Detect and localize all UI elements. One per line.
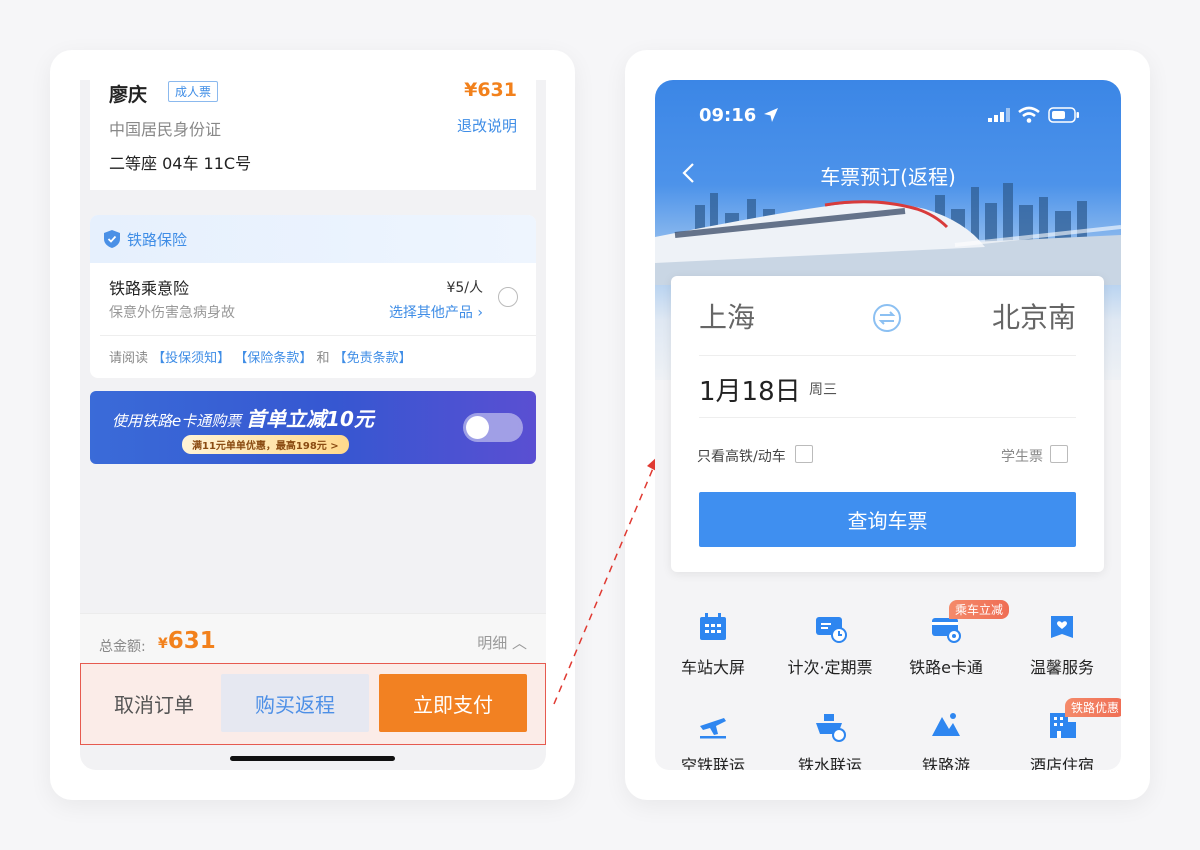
student-ticket-label: 学生票 — [1001, 449, 1043, 465]
terms-and: 和 — [316, 351, 330, 366]
insurance-terms: 请阅读 【投保须知】 【保险条款】 和 【免责条款】 — [109, 347, 412, 366]
weekday: 周三 — [809, 382, 837, 398]
ticket-price: ¥631 — [464, 80, 517, 101]
service-period-ticket[interactable]: 计次·定期票 — [775, 610, 885, 678]
term-notice-link[interactable]: 【投保须知】 — [152, 351, 230, 366]
service-label: 铁路游 — [921, 756, 970, 770]
service-rail-water[interactable]: 铁水联运 — [775, 708, 885, 770]
student-ticket-checkbox[interactable] — [1050, 445, 1068, 463]
refund-policy-link[interactable]: 退改说明 — [457, 115, 517, 136]
promo-badge: 铁路优惠 — [1065, 698, 1121, 717]
action-bar-highlight: 取消订单 购买返程 立即支付 — [80, 663, 546, 745]
terms-prefix: 请阅读 — [109, 351, 149, 366]
insurance-radio[interactable] — [498, 287, 518, 307]
search-tickets-button[interactable]: 查询车票 — [699, 492, 1076, 547]
service-hotel[interactable]: 铁路优惠 酒店住宿 — [1007, 698, 1121, 770]
return-ticket-booking-screen: 09:16 车票预订(返程) 上海 北京南 1月18日 周三 只看高铁/动车 学… — [655, 80, 1121, 770]
service-label: 空铁联运 — [680, 756, 745, 770]
insurance-product-name: 铁路乘意险 — [109, 279, 190, 298]
service-ecard[interactable]: 乘车立减 铁路e卡通 — [891, 600, 1010, 678]
divider — [699, 355, 1076, 356]
service-rail-travel[interactable]: 铁路游 — [891, 708, 1001, 770]
total-bar: 总金额: ¥631 明细 ︿ — [80, 613, 546, 663]
banner-text: 使用铁路e卡通购票 首单立减10元 — [112, 403, 374, 432]
high-speed-only-label: 只看高铁/动车 — [697, 449, 786, 465]
heart-bag-icon — [1051, 616, 1073, 638]
cancel-order-button[interactable]: 取消订单 — [95, 674, 213, 732]
ticket-card-icon — [816, 617, 847, 643]
insurance-price: ¥5/人 — [446, 280, 483, 296]
home-indicator — [230, 756, 395, 761]
total-label: 总金额: — [99, 639, 146, 655]
pay-now-button[interactable]: 立即支付 — [379, 674, 527, 732]
passenger-name: 廖庆 — [109, 84, 148, 106]
service-label: 温馨服务 — [1029, 658, 1094, 677]
seat-info: 二等座 04车 11C号 — [109, 154, 252, 173]
service-label: 酒店住宿 — [1029, 756, 1094, 770]
divider — [100, 335, 536, 336]
divider — [699, 417, 1076, 418]
service-label: 铁水联运 — [797, 756, 862, 770]
banner-prefix: 使用铁路 — [112, 412, 173, 430]
signal-icon — [988, 108, 1010, 122]
travel-date[interactable]: 1月18日 — [699, 371, 801, 408]
other-products-link[interactable]: 选择其他产品 › — [389, 302, 483, 322]
currency-symbol: ¥ — [158, 636, 168, 652]
total-amount: ¥631 — [158, 628, 216, 654]
passenger-card: 廖庆 成人票 ¥631 中国居民身份证 退改说明 二等座 04车 11C号 — [90, 80, 536, 190]
insurance-header: 铁路保险 — [90, 215, 536, 263]
calendar-icon — [700, 613, 726, 640]
swap-stations-icon[interactable] — [871, 302, 903, 334]
location-arrow-icon — [764, 108, 778, 122]
service-label: 计次·定期票 — [787, 658, 873, 677]
banner-brand: e卡通购票 — [172, 412, 242, 430]
total-value: 631 — [167, 628, 216, 654]
shield-icon — [104, 230, 120, 248]
id-type: 中国居民身份证 — [109, 120, 222, 139]
city-train-illustration — [655, 183, 1121, 285]
flow-arrow — [553, 456, 658, 705]
service-air-rail[interactable]: 空铁联运 — [658, 708, 768, 770]
plane-icon — [700, 718, 726, 739]
banner-main-offer: 首单立减10元 — [246, 407, 374, 431]
ecard-toggle[interactable] — [463, 413, 523, 442]
battery-icon — [1048, 107, 1079, 123]
arrival-station[interactable]: 北京南 — [992, 296, 1076, 336]
wifi-icon — [1018, 106, 1040, 123]
status-time: 09:16 — [699, 105, 757, 126]
buy-return-button[interactable]: 购买返程 — [221, 674, 369, 732]
insurance-card: 铁路保险 铁路乘意险 保意外伤害急病身故 ¥5/人 选择其他产品 › 请阅读 【… — [90, 215, 536, 378]
ticket-search-card: 上海 北京南 1月18日 周三 只看高铁/动车 学生票 查询车票 — [671, 276, 1104, 572]
banner-subtext: 满11元单单优惠，最高198元 > — [182, 435, 349, 454]
service-label: 车站大屏 — [680, 658, 745, 677]
departure-station[interactable]: 上海 — [699, 296, 755, 336]
insurance-title: 铁路保险 — [127, 231, 188, 249]
ship-icon — [816, 714, 846, 742]
price-detail-toggle[interactable]: 明细 ︿ — [477, 632, 527, 653]
ticket-type-badge: 成人票 — [168, 81, 219, 102]
mountain-icon — [932, 713, 960, 736]
service-label: 铁路e卡通 — [909, 658, 983, 677]
insurance-product-desc: 保意外伤害急病身故 — [109, 305, 235, 321]
service-warm-service[interactable]: 温馨服务 — [1007, 610, 1117, 678]
toggle-knob — [466, 416, 489, 439]
ecard-promo-banner[interactable]: 使用铁路e卡通购票 首单立减10元 满11元单单优惠，最高198元 > — [90, 391, 536, 464]
high-speed-only-checkbox[interactable] — [795, 445, 813, 463]
service-station-screen[interactable]: 车站大屏 — [658, 610, 768, 678]
term-exemption-link[interactable]: 【免责条款】 — [334, 351, 412, 366]
promo-badge: 乘车立减 — [949, 600, 1010, 619]
order-payment-screen: 廖庆 成人票 ¥631 中国居民身份证 退改说明 二等座 04车 11C号 铁路… — [80, 80, 546, 770]
term-clause-link[interactable]: 【保险条款】 — [234, 351, 312, 366]
